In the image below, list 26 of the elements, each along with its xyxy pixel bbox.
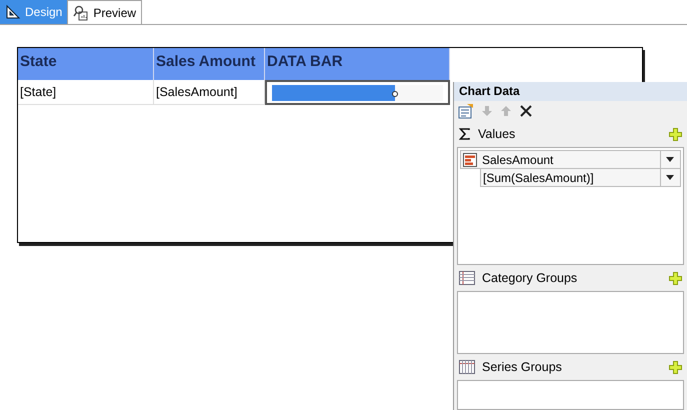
dropdown-caret-icon[interactable] <box>666 175 674 180</box>
tab[interactable]: Preview <box>67 0 142 24</box>
column-header: State <box>18 48 154 80</box>
column-header: DATA BAR <box>265 48 450 80</box>
add-icon[interactable] <box>669 128 682 140</box>
add-icon[interactable] <box>669 360 682 374</box>
data-bar-cell[interactable] <box>265 80 450 105</box>
magnifier-page-icon <box>73 4 90 20</box>
column-grid-icon <box>459 360 475 374</box>
sigma-icon <box>459 128 471 140</box>
ruler-triangle-icon <box>5 4 21 20</box>
field-dropdown[interactable]: SalesAmount <box>460 150 681 169</box>
properties-icon[interactable] <box>458 102 474 119</box>
section-title: Series Groups <box>482 358 563 376</box>
close-icon[interactable] <box>519 104 533 118</box>
panel-title: Chart Data <box>454 82 687 101</box>
add-icon[interactable] <box>669 272 682 284</box>
table-cell: [State] <box>18 80 154 105</box>
bar-chart-icon <box>463 152 477 166</box>
list-grid-icon <box>459 271 475 285</box>
aggregate-dropdown[interactable]: [Sum(SalesAmount)] <box>480 169 681 187</box>
dropdown-caret-icon[interactable] <box>666 157 674 162</box>
section-title: Values <box>478 126 516 143</box>
section-title: Category Groups <box>482 270 578 287</box>
table-cell: [SalesAmount] <box>154 80 265 105</box>
column-header: Sales Amount <box>154 48 265 80</box>
